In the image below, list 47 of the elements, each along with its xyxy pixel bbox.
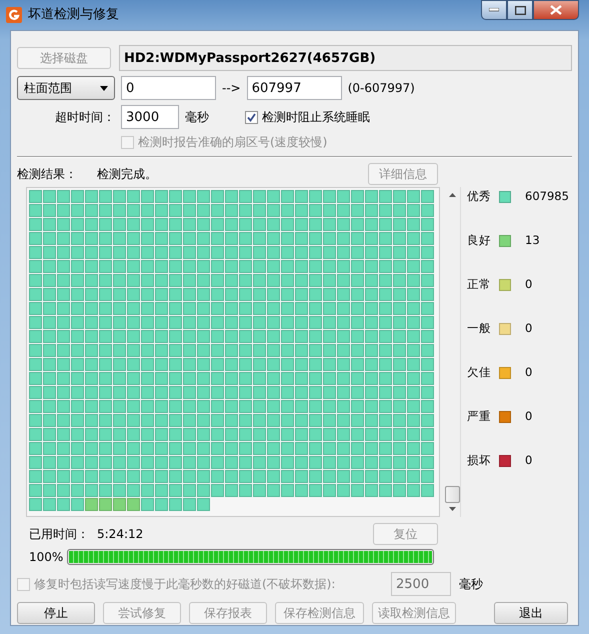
scroll-thumb[interactable] <box>444 486 460 503</box>
legend-count: 0 <box>525 408 532 426</box>
timeout-label: 超时时间： <box>54 109 115 126</box>
range-start-field[interactable]: 0 <box>121 76 216 100</box>
legend-label: 一般 <box>467 320 491 338</box>
minimize-icon <box>489 8 499 12</box>
window-title: 坏道检测与修复 <box>28 6 119 24</box>
option-label: 检测时报告准确的扇区号(速度较慢) <box>138 134 328 151</box>
legend-count: 0 <box>525 452 532 470</box>
range-end-field[interactable]: 607997 <box>246 76 342 100</box>
elapsed-time: 5:24:12 <box>97 526 144 543</box>
legend-count: 0 <box>525 320 532 338</box>
action-button[interactable]: 停止 <box>17 602 95 624</box>
action-button[interactable]: 退出 <box>494 602 568 624</box>
maximize-button[interactable] <box>507 0 533 20</box>
legend-count: 13 <box>525 232 540 250</box>
legend-count: 0 <box>525 276 532 294</box>
result-status: 检测完成。 <box>97 166 158 183</box>
caret-icon <box>100 86 108 90</box>
range-arrow: --> <box>222 80 241 97</box>
option-label: 修复时包括读写速度慢于此毫秒数的好磁道(不破坏数据): <box>34 576 336 593</box>
scroll-down-icon[interactable] <box>448 507 456 511</box>
option-label: 检测时阻止系统睡眠 <box>262 109 370 126</box>
timeout-field[interactable]: 3000 <box>121 105 179 129</box>
threshold-unit: 毫秒 <box>459 576 483 593</box>
minimize-button[interactable] <box>481 0 507 20</box>
progress-percent: 100% <box>29 549 61 566</box>
legend-label: 正常 <box>467 276 491 294</box>
legend-label: 欠佳 <box>467 364 491 382</box>
scroll-up-icon[interactable] <box>448 193 456 197</box>
legend-count: 0 <box>525 364 532 382</box>
legend-label: 优秀 <box>467 188 491 206</box>
disk-name-field: HD2:WDMyPassport2627(4657GB) <box>119 45 572 71</box>
elapsed-label: 已用时间： <box>29 526 90 543</box>
result-label: 检测结果： <box>17 166 78 183</box>
app-icon <box>6 7 22 23</box>
legend-label: 良好 <box>467 232 491 250</box>
range-hint: (0-607997) <box>348 80 415 97</box>
legend-label: 损坏 <box>467 452 491 470</box>
timeout-unit: 毫秒 <box>185 109 210 126</box>
checkbox[interactable] <box>245 110 258 124</box>
legend-label: 严重 <box>467 408 491 426</box>
maximize-icon <box>514 6 526 14</box>
close-icon <box>550 5 562 15</box>
range-mode-dropdown[interactable]: 柱面范围 <box>17 76 115 100</box>
close-button[interactable] <box>533 0 579 20</box>
legend-count: 607985 <box>525 188 569 206</box>
